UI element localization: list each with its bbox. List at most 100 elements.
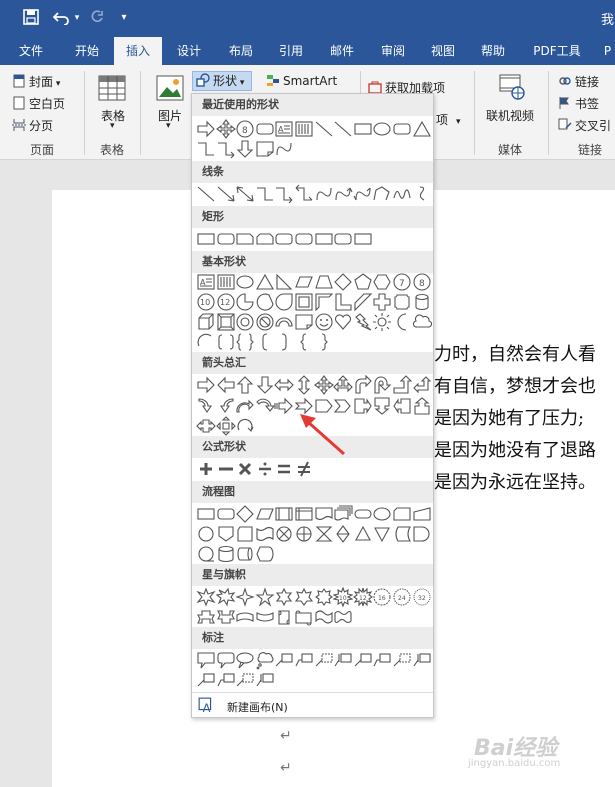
shape-bent-arrow-icon[interactable] — [353, 375, 373, 395]
cover-page-button[interactable]: 封面 ▾ — [12, 73, 60, 90]
my-addins-dropdown-icon[interactable]: ▾ — [456, 117, 461, 127]
shape-elbow-icon[interactable] — [196, 139, 216, 159]
shape-curved-up-icon[interactable] — [235, 396, 255, 416]
shape-oval-icon[interactable] — [372, 504, 392, 524]
shape-textbox-icon[interactable]: A — [196, 272, 216, 292]
shape-left-callout-icon[interactable] — [392, 396, 412, 416]
shape-hexagon-icon[interactable] — [372, 272, 392, 292]
shape-arrow-down-icon[interactable] — [235, 139, 255, 159]
shape-rounded-rect-icon[interactable] — [333, 229, 353, 249]
shape-line-callout2-icon[interactable] — [294, 650, 314, 670]
shape-rect-icon[interactable] — [353, 119, 373, 139]
shape-curved-down-icon[interactable] — [255, 396, 275, 416]
tab-view[interactable]: 视图 — [420, 37, 466, 65]
shape-star6-icon[interactable] — [274, 587, 294, 607]
shape-lr-callout-icon[interactable] — [196, 416, 216, 436]
shape-trapezoid-icon[interactable] — [314, 272, 334, 292]
customize-quick-access-icon[interactable]: ▾ — [118, 9, 130, 27]
shape-can-icon[interactable] — [412, 292, 432, 312]
shape-magnetic-disk-icon[interactable] — [216, 544, 236, 564]
shape-star12-icon[interactable]: 12 — [352, 587, 373, 607]
tab-design[interactable]: 设计 — [166, 37, 212, 65]
document-text-line[interactable]: 有自信，梦想才会也 — [434, 372, 596, 398]
shape-vscroll-icon[interactable] — [274, 607, 294, 627]
shape-moon-icon[interactable] — [392, 312, 412, 332]
tab-mailings[interactable]: 邮件 — [318, 37, 366, 65]
undo-icon[interactable] — [52, 9, 70, 27]
tab-more[interactable]: P — [600, 37, 615, 65]
shape-diamond-icon[interactable] — [333, 272, 353, 292]
shape-line-icon[interactable] — [196, 184, 216, 204]
picture-dropdown-icon[interactable]: ▾ — [166, 121, 171, 131]
shape-elbow-double-icon[interactable] — [294, 184, 314, 204]
shape-star7-icon[interactable] — [294, 587, 314, 607]
shape-delay-icon[interactable] — [412, 524, 432, 544]
shape-double-wave-icon[interactable] — [333, 607, 353, 627]
shape-manual-input-icon[interactable] — [412, 504, 432, 524]
shape-pie-icon[interactable] — [235, 292, 255, 312]
shape-arrow-left-icon[interactable] — [216, 375, 236, 395]
shape-plus-icon[interactable] — [372, 292, 392, 312]
undo-dropdown-icon[interactable]: ▾ — [72, 9, 82, 27]
shape-arrow-down-icon[interactable] — [255, 375, 275, 395]
shape-plus-math-icon[interactable] — [196, 459, 216, 479]
shape-direct-storage-icon[interactable] — [235, 544, 255, 564]
shape-heart-icon[interactable] — [333, 312, 353, 332]
shape-star10-icon[interactable]: 10 — [333, 587, 354, 607]
shape-frame-icon[interactable] — [294, 292, 314, 312]
shape-curve-icon[interactable] — [314, 184, 334, 204]
tab-references[interactable]: 引用 — [268, 37, 314, 65]
shape-wave-icon[interactable] — [314, 607, 334, 627]
shape-rect-icon[interactable] — [196, 229, 216, 249]
shape-rounded-rect-icon[interactable] — [216, 504, 236, 524]
shape-scribble-icon[interactable] — [392, 184, 412, 204]
shape-line-icon[interactable] — [333, 119, 353, 139]
shape-squiggle-icon[interactable] — [412, 184, 432, 204]
shape-multidoc-icon[interactable] — [333, 504, 353, 524]
shape-rounded-rect-icon[interactable] — [274, 229, 294, 249]
shape-elbow-arrow-icon[interactable] — [274, 184, 294, 204]
shape-snip2-rect-icon[interactable] — [255, 229, 275, 249]
shape-triangle-icon[interactable] — [412, 119, 432, 139]
shape-multiply-icon[interactable] — [235, 459, 255, 479]
blank-page-button[interactable]: 空白页 — [12, 95, 65, 112]
shape-line-double-arrow-icon[interactable] — [235, 184, 255, 204]
shape-predefined-icon[interactable] — [274, 504, 294, 524]
shape-elbow-arrow-icon[interactable] — [216, 139, 236, 159]
shape-curve-arrow-icon[interactable] — [333, 184, 353, 204]
shape-half-frame-icon[interactable] — [314, 292, 334, 312]
shape-star32-icon[interactable]: 32 — [412, 587, 432, 607]
shape-seq-storage-icon[interactable] — [196, 544, 216, 564]
shape-elbow-icon[interactable] — [255, 184, 275, 204]
shape-right-brace-icon[interactable] — [314, 332, 334, 352]
shape-rounded-rect-icon[interactable] — [216, 229, 236, 249]
new-canvas-button[interactable]: A 新建画布(N) — [198, 697, 288, 715]
shape-punched-card-icon[interactable] — [235, 524, 255, 544]
shape-rounded-callout-icon[interactable] — [216, 650, 236, 670]
shape-line-callout2-icon[interactable] — [372, 650, 392, 670]
shape-card-icon[interactable] — [392, 504, 412, 524]
shape-rounded-rect-icon[interactable] — [392, 119, 412, 139]
shape-line-callout3-icon[interactable] — [235, 670, 255, 690]
shape-folded-corner-icon[interactable] — [294, 312, 314, 332]
shapes-button[interactable]: 形状 ▾ — [192, 71, 252, 91]
shape-line-callout1-icon[interactable] — [274, 650, 294, 670]
shape-stored-data-icon[interactable] — [392, 524, 412, 544]
shape-line-callout1-icon[interactable] — [353, 650, 373, 670]
table-icon[interactable] — [98, 75, 126, 101]
shape-ribbon-up-icon[interactable] — [196, 607, 216, 627]
shape-curved-ribbon-up-icon[interactable] — [235, 607, 255, 627]
shape-no-symbol-icon[interactable] — [255, 312, 275, 332]
shape-donut-icon[interactable] — [235, 312, 255, 332]
tab-help[interactable]: 帮助 — [470, 37, 516, 65]
shape-curved-ribbon-down-icon[interactable] — [255, 607, 275, 627]
tab-file[interactable]: 文件 — [10, 37, 52, 65]
shape-triangle-icon[interactable] — [255, 272, 275, 292]
shape-textbox-icon[interactable]: A — [274, 119, 294, 139]
shape-double-bracket-icon[interactable] — [216, 332, 236, 352]
shape-line-callout4-icon[interactable] — [255, 670, 275, 690]
shape-arrow-lr-icon[interactable] — [274, 375, 295, 395]
shape-star4-icon[interactable] — [235, 587, 255, 607]
shape-ribbon-down-icon[interactable] — [216, 607, 236, 627]
shape-curved-left-icon[interactable] — [216, 396, 236, 416]
